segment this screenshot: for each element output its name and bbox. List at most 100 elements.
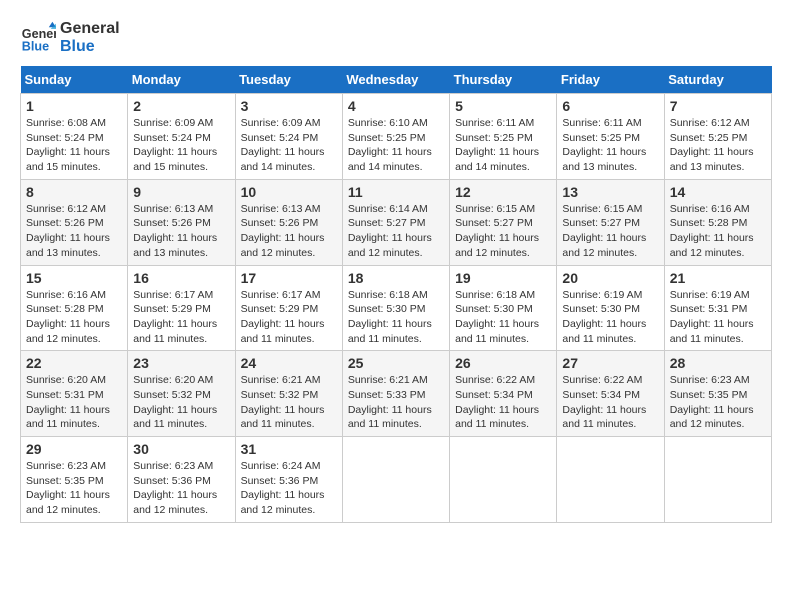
daylight-label: Daylight: 11 hours and 11 minutes.	[348, 318, 432, 345]
sunrise-label: Sunrise: 6:17 AM	[241, 289, 321, 301]
day-info: Sunrise: 6:20 AM Sunset: 5:31 PM Dayligh…	[26, 373, 122, 432]
day-info: Sunrise: 6:16 AM Sunset: 5:28 PM Dayligh…	[26, 288, 122, 347]
daylight-label: Daylight: 11 hours and 14 minutes.	[455, 146, 539, 173]
day-info: Sunrise: 6:20 AM Sunset: 5:32 PM Dayligh…	[133, 373, 229, 432]
day-info: Sunrise: 6:22 AM Sunset: 5:34 PM Dayligh…	[562, 373, 658, 432]
calendar-week-row: 8 Sunrise: 6:12 AM Sunset: 5:26 PM Dayli…	[21, 179, 772, 265]
day-number: 28	[670, 355, 766, 371]
day-number: 15	[26, 270, 122, 286]
calendar-cell: 16 Sunrise: 6:17 AM Sunset: 5:29 PM Dayl…	[128, 265, 235, 351]
header-monday: Monday	[128, 66, 235, 94]
sunrise-label: Sunrise: 6:18 AM	[455, 289, 535, 301]
day-number: 13	[562, 184, 658, 200]
logo-blue: Blue	[60, 38, 120, 56]
day-number: 2	[133, 98, 229, 114]
calendar-cell: 2 Sunrise: 6:09 AM Sunset: 5:24 PM Dayli…	[128, 94, 235, 180]
calendar-cell: 18 Sunrise: 6:18 AM Sunset: 5:30 PM Dayl…	[342, 265, 449, 351]
sunset-label: Sunset: 5:34 PM	[562, 389, 640, 401]
sunrise-label: Sunrise: 6:12 AM	[670, 117, 750, 129]
calendar-week-row: 29 Sunrise: 6:23 AM Sunset: 5:35 PM Dayl…	[21, 437, 772, 523]
sunrise-label: Sunrise: 6:14 AM	[348, 203, 428, 215]
day-number: 21	[670, 270, 766, 286]
sunset-label: Sunset: 5:31 PM	[26, 389, 104, 401]
daylight-label: Daylight: 11 hours and 12 minutes.	[562, 232, 646, 259]
day-info: Sunrise: 6:09 AM Sunset: 5:24 PM Dayligh…	[241, 116, 337, 175]
sunset-label: Sunset: 5:32 PM	[133, 389, 211, 401]
calendar-cell: 17 Sunrise: 6:17 AM Sunset: 5:29 PM Dayl…	[235, 265, 342, 351]
sunset-label: Sunset: 5:25 PM	[670, 132, 748, 144]
calendar-cell	[342, 437, 449, 523]
sunrise-label: Sunrise: 6:23 AM	[133, 460, 213, 472]
sunset-label: Sunset: 5:36 PM	[241, 475, 319, 487]
sunrise-label: Sunrise: 6:21 AM	[348, 374, 428, 386]
day-number: 22	[26, 355, 122, 371]
sunrise-label: Sunrise: 6:23 AM	[26, 460, 106, 472]
calendar-cell: 14 Sunrise: 6:16 AM Sunset: 5:28 PM Dayl…	[664, 179, 771, 265]
day-info: Sunrise: 6:13 AM Sunset: 5:26 PM Dayligh…	[241, 202, 337, 261]
day-info: Sunrise: 6:22 AM Sunset: 5:34 PM Dayligh…	[455, 373, 551, 432]
sunrise-label: Sunrise: 6:10 AM	[348, 117, 428, 129]
sunset-label: Sunset: 5:28 PM	[26, 303, 104, 315]
day-number: 6	[562, 98, 658, 114]
sunrise-label: Sunrise: 6:09 AM	[241, 117, 321, 129]
calendar-week-row: 15 Sunrise: 6:16 AM Sunset: 5:28 PM Dayl…	[21, 265, 772, 351]
sunrise-label: Sunrise: 6:16 AM	[26, 289, 106, 301]
sunset-label: Sunset: 5:34 PM	[455, 389, 533, 401]
sunset-label: Sunset: 5:27 PM	[455, 217, 533, 229]
daylight-label: Daylight: 11 hours and 12 minutes.	[133, 489, 217, 516]
day-number: 29	[26, 441, 122, 457]
sunrise-label: Sunrise: 6:22 AM	[562, 374, 642, 386]
sunset-label: Sunset: 5:35 PM	[670, 389, 748, 401]
daylight-label: Daylight: 11 hours and 13 minutes.	[562, 146, 646, 173]
day-number: 19	[455, 270, 551, 286]
day-number: 3	[241, 98, 337, 114]
header: General Blue General Blue	[20, 20, 772, 56]
sunrise-label: Sunrise: 6:24 AM	[241, 460, 321, 472]
day-number: 14	[670, 184, 766, 200]
daylight-label: Daylight: 11 hours and 12 minutes.	[348, 232, 432, 259]
sunrise-label: Sunrise: 6:21 AM	[241, 374, 321, 386]
daylight-label: Daylight: 11 hours and 14 minutes.	[241, 146, 325, 173]
day-info: Sunrise: 6:19 AM Sunset: 5:31 PM Dayligh…	[670, 288, 766, 347]
daylight-label: Daylight: 11 hours and 11 minutes.	[348, 404, 432, 431]
sunset-label: Sunset: 5:24 PM	[133, 132, 211, 144]
day-number: 4	[348, 98, 444, 114]
day-info: Sunrise: 6:23 AM Sunset: 5:35 PM Dayligh…	[670, 373, 766, 432]
sunset-label: Sunset: 5:28 PM	[670, 217, 748, 229]
sunset-label: Sunset: 5:25 PM	[562, 132, 640, 144]
daylight-label: Daylight: 11 hours and 12 minutes.	[241, 489, 325, 516]
calendar-cell	[557, 437, 664, 523]
day-info: Sunrise: 6:09 AM Sunset: 5:24 PM Dayligh…	[133, 116, 229, 175]
day-info: Sunrise: 6:21 AM Sunset: 5:33 PM Dayligh…	[348, 373, 444, 432]
daylight-label: Daylight: 11 hours and 11 minutes.	[455, 318, 539, 345]
sunset-label: Sunset: 5:29 PM	[241, 303, 319, 315]
day-info: Sunrise: 6:12 AM Sunset: 5:25 PM Dayligh…	[670, 116, 766, 175]
daylight-label: Daylight: 11 hours and 11 minutes.	[241, 404, 325, 431]
calendar-cell: 1 Sunrise: 6:08 AM Sunset: 5:24 PM Dayli…	[21, 94, 128, 180]
day-number: 17	[241, 270, 337, 286]
day-number: 18	[348, 270, 444, 286]
sunset-label: Sunset: 5:24 PM	[26, 132, 104, 144]
sunrise-label: Sunrise: 6:20 AM	[26, 374, 106, 386]
daylight-label: Daylight: 11 hours and 15 minutes.	[26, 146, 110, 173]
header-tuesday: Tuesday	[235, 66, 342, 94]
day-number: 26	[455, 355, 551, 371]
calendar-cell: 11 Sunrise: 6:14 AM Sunset: 5:27 PM Dayl…	[342, 179, 449, 265]
daylight-label: Daylight: 11 hours and 13 minutes.	[670, 146, 754, 173]
sunset-label: Sunset: 5:26 PM	[241, 217, 319, 229]
calendar-cell: 8 Sunrise: 6:12 AM Sunset: 5:26 PM Dayli…	[21, 179, 128, 265]
sunset-label: Sunset: 5:30 PM	[455, 303, 533, 315]
header-friday: Friday	[557, 66, 664, 94]
daylight-label: Daylight: 11 hours and 11 minutes.	[133, 404, 217, 431]
daylight-label: Daylight: 11 hours and 14 minutes.	[348, 146, 432, 173]
daylight-label: Daylight: 11 hours and 11 minutes.	[133, 318, 217, 345]
svg-text:Blue: Blue	[22, 40, 49, 54]
day-info: Sunrise: 6:11 AM Sunset: 5:25 PM Dayligh…	[562, 116, 658, 175]
calendar-cell	[450, 437, 557, 523]
day-number: 24	[241, 355, 337, 371]
daylight-label: Daylight: 11 hours and 12 minutes.	[670, 404, 754, 431]
sunset-label: Sunset: 5:31 PM	[670, 303, 748, 315]
daylight-label: Daylight: 11 hours and 12 minutes.	[670, 232, 754, 259]
calendar-cell: 26 Sunrise: 6:22 AM Sunset: 5:34 PM Dayl…	[450, 351, 557, 437]
day-number: 16	[133, 270, 229, 286]
